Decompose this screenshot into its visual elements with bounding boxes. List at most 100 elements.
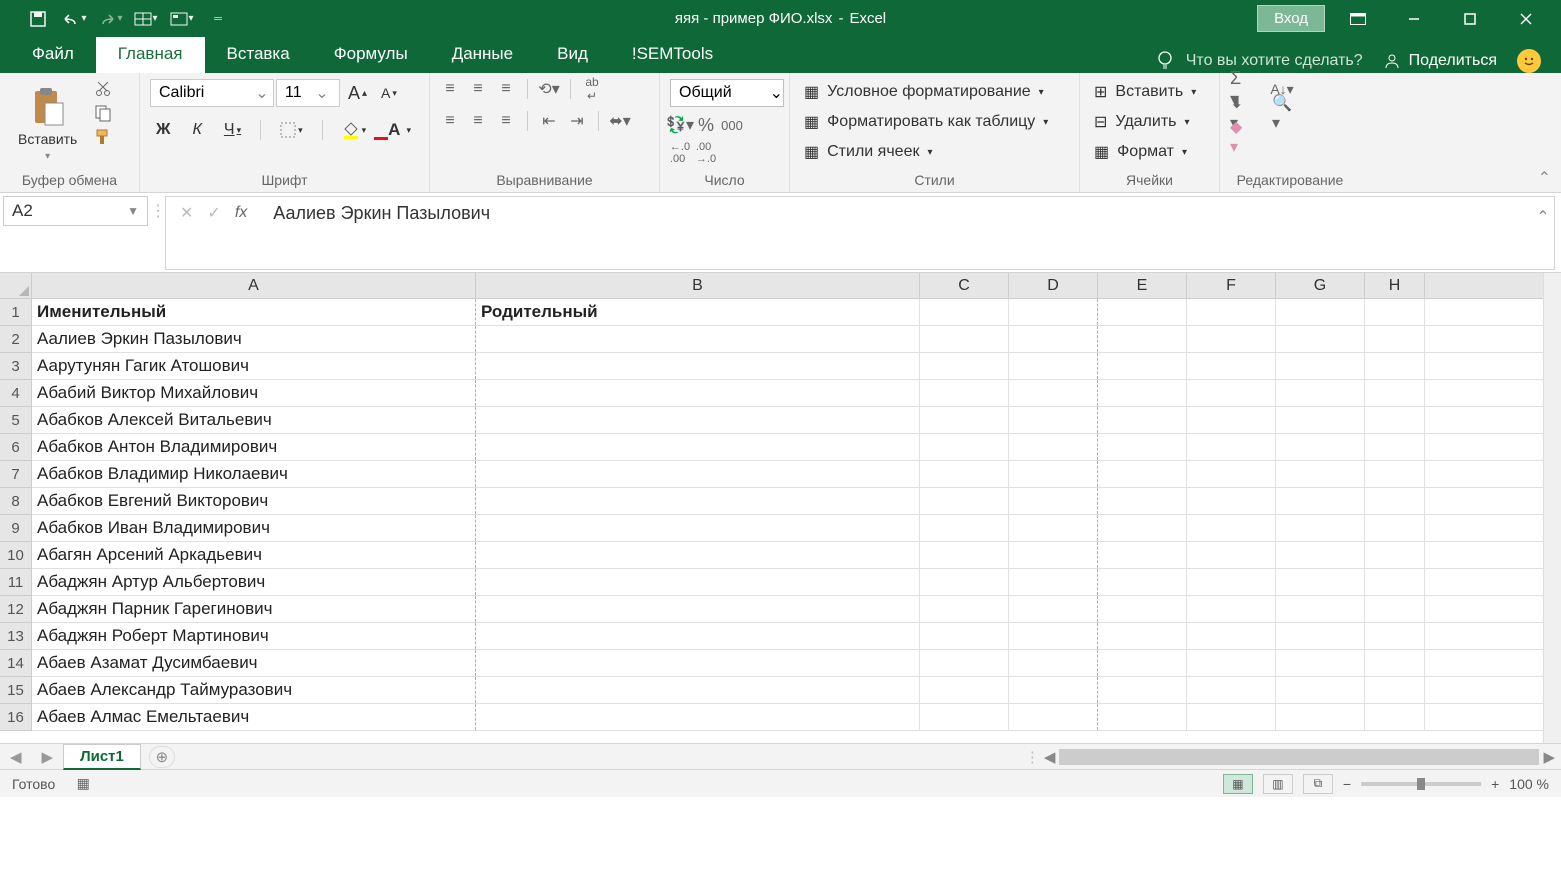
cell[interactable] <box>1187 434 1276 460</box>
cell[interactable] <box>476 623 920 649</box>
format-painter-icon[interactable] <box>93 127 113 147</box>
increase-font-icon[interactable]: A▴ <box>342 80 373 107</box>
cell[interactable] <box>1365 299 1425 325</box>
cell[interactable] <box>1276 299 1365 325</box>
cell[interactable] <box>1276 353 1365 379</box>
cell[interactable] <box>1098 569 1187 595</box>
tab-view[interactable]: Вид <box>535 35 610 73</box>
enter-formula-icon[interactable]: ✓ <box>207 203 220 223</box>
fill-color-icon[interactable]: ▾ <box>336 118 373 142</box>
cell[interactable] <box>1009 515 1098 541</box>
cell[interactable] <box>1187 623 1276 649</box>
cell[interactable] <box>1098 380 1187 406</box>
align-top-icon[interactable]: ≡ <box>440 79 460 99</box>
cell[interactable] <box>1187 353 1276 379</box>
cell[interactable]: Абагян Арсений Аркадьевич <box>32 542 476 568</box>
cell[interactable] <box>1098 434 1187 460</box>
decrease-font-icon[interactable]: A▾ <box>375 82 403 104</box>
cell[interactable] <box>1098 461 1187 487</box>
align-center-icon[interactable]: ≡ <box>468 111 488 131</box>
column-header[interactable]: E <box>1098 273 1187 298</box>
tab-home[interactable]: Главная <box>96 35 205 73</box>
conditional-formatting-button[interactable]: ▦Условное форматирование ▾ <box>800 79 1069 105</box>
cell[interactable] <box>1009 434 1098 460</box>
cell[interactable] <box>1276 515 1365 541</box>
share-button[interactable]: Поделиться <box>1383 52 1497 70</box>
cell[interactable] <box>1365 704 1425 730</box>
cut-icon[interactable] <box>93 79 113 99</box>
cell[interactable] <box>1365 380 1425 406</box>
cell[interactable] <box>1098 407 1187 433</box>
cell[interactable] <box>1365 569 1425 595</box>
row-header[interactable]: 1 <box>0 299 31 326</box>
tab-insert[interactable]: Вставка <box>205 35 312 73</box>
collapse-ribbon-icon[interactable]: ⌃ <box>1538 168 1551 188</box>
cell[interactable] <box>1276 434 1365 460</box>
increase-decimal-icon[interactable]: ←.0.00 <box>670 143 690 163</box>
cell[interactable] <box>1187 299 1276 325</box>
cell[interactable] <box>1276 407 1365 433</box>
cell-styles-button[interactable]: ▦Стили ячеек ▾ <box>800 139 1069 165</box>
cell[interactable]: Абабков Алексей Витальевич <box>32 407 476 433</box>
zoom-thumb[interactable] <box>1417 778 1425 790</box>
cell[interactable] <box>920 488 1009 514</box>
cell[interactable] <box>1009 326 1098 352</box>
cell[interactable] <box>1187 461 1276 487</box>
cell[interactable]: Абаджян Роберт Мартинович <box>32 623 476 649</box>
tell-me-search[interactable]: Что вы хотите сделать? <box>1156 50 1363 72</box>
cell[interactable] <box>476 407 920 433</box>
cell[interactable] <box>1098 515 1187 541</box>
font-size-combo[interactable]: ⌄ <box>276 79 340 107</box>
paste-button[interactable]: Вставить ▾ <box>10 79 85 170</box>
cell[interactable] <box>476 434 920 460</box>
align-middle-icon[interactable]: ≡ <box>468 79 488 99</box>
wrap-text-icon[interactable]: ab↵ <box>582 79 602 99</box>
row-header[interactable]: 12 <box>0 596 31 623</box>
row-header[interactable]: 11 <box>0 569 31 596</box>
sheet-tab-active[interactable]: Лист1 <box>63 744 141 770</box>
cell[interactable] <box>1365 353 1425 379</box>
cell[interactable] <box>1098 704 1187 730</box>
page-break-view-icon[interactable]: ⧉ <box>1303 774 1333 794</box>
tab-semtools[interactable]: !SEMTools <box>610 35 735 73</box>
column-header[interactable]: B <box>476 273 920 298</box>
cell[interactable] <box>1009 596 1098 622</box>
cell[interactable] <box>1365 407 1425 433</box>
qat-customize-icon[interactable]: ═ <box>202 5 234 33</box>
redo-icon[interactable]: ▾ <box>94 5 126 33</box>
cell[interactable]: Аалиев Эркин Пазылович <box>32 326 476 352</box>
cell[interactable] <box>476 488 920 514</box>
cell[interactable] <box>1098 326 1187 352</box>
qat-custom2-icon[interactable]: ▾ <box>166 5 198 33</box>
cell[interactable] <box>1187 515 1276 541</box>
delete-cells-button[interactable]: ⊟Удалить ▾ <box>1090 109 1209 135</box>
italic-button[interactable]: К <box>186 118 207 142</box>
decrease-indent-icon[interactable]: ⇤ <box>539 111 559 131</box>
row-header[interactable]: 2 <box>0 326 31 353</box>
cell[interactable] <box>1365 677 1425 703</box>
number-format-combo[interactable]: Общий⌄ <box>670 79 784 107</box>
cell[interactable]: Абабков Евгений Викторович <box>32 488 476 514</box>
borders-icon[interactable]: ▾ <box>274 119 309 141</box>
cell[interactable] <box>920 704 1009 730</box>
fx-icon[interactable]: fx <box>235 204 247 222</box>
cell[interactable] <box>476 704 920 730</box>
cell[interactable] <box>1276 380 1365 406</box>
zoom-out-icon[interactable]: − <box>1343 776 1351 792</box>
ribbon-display-icon[interactable] <box>1335 3 1381 35</box>
cell[interactable]: Аарутунян Гагик Атошович <box>32 353 476 379</box>
expand-formula-bar-icon[interactable]: ⌃ <box>1532 203 1554 227</box>
cell[interactable] <box>1098 353 1187 379</box>
cell[interactable] <box>476 569 920 595</box>
cell[interactable] <box>1098 542 1187 568</box>
cell[interactable] <box>1187 326 1276 352</box>
row-header[interactable]: 3 <box>0 353 31 380</box>
cell[interactable] <box>1365 515 1425 541</box>
cell[interactable] <box>1098 596 1187 622</box>
cell[interactable] <box>1009 299 1098 325</box>
chevron-down-icon[interactable]: ⌄ <box>311 83 333 103</box>
cell[interactable]: Абабий Виктор Михайлович <box>32 380 476 406</box>
cell[interactable] <box>1187 677 1276 703</box>
cell[interactable] <box>920 353 1009 379</box>
align-right-icon[interactable]: ≡ <box>496 111 516 131</box>
